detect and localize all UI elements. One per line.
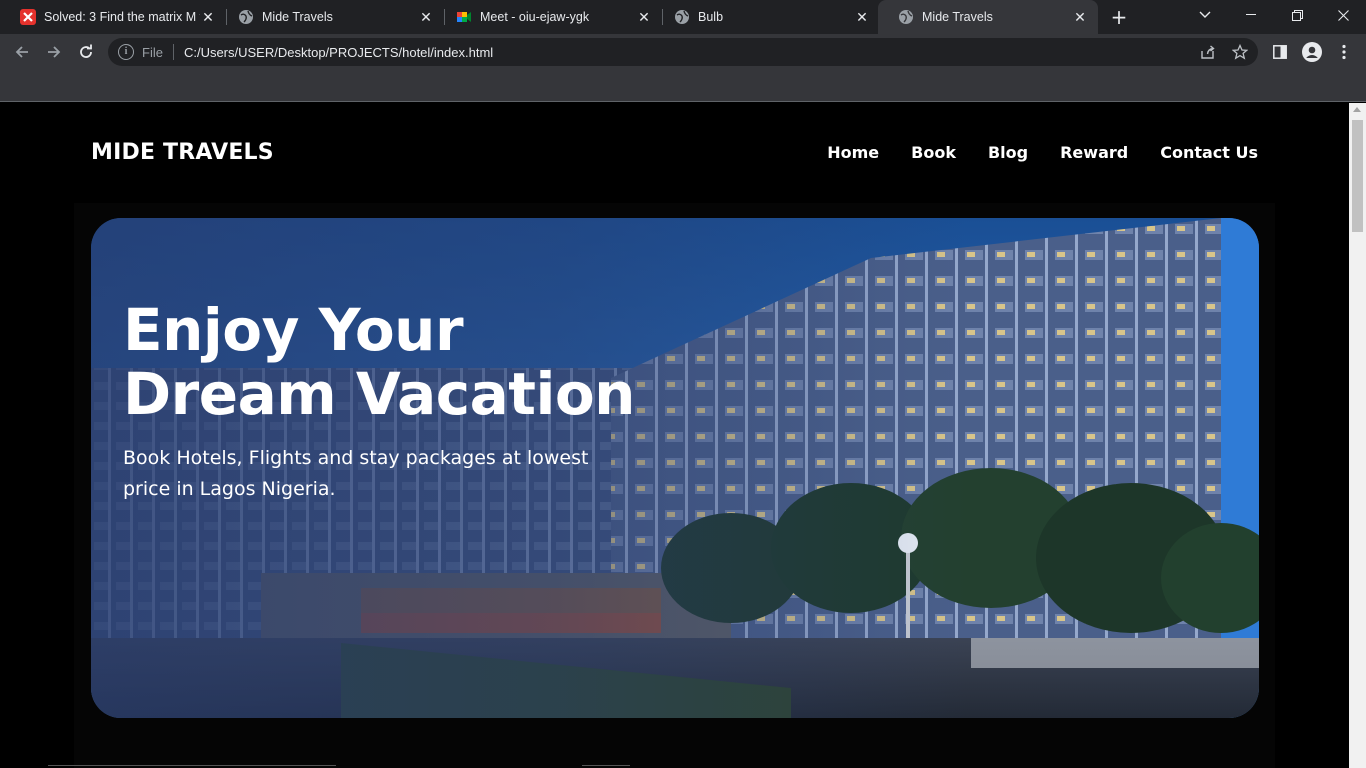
minimize-icon [1246, 14, 1256, 15]
hero-banner: Enjoy Your Dream Vacation Book Hotels, F… [91, 218, 1259, 718]
divider [172, 44, 174, 60]
divider [48, 765, 336, 766]
side-panel-button[interactable] [1268, 40, 1292, 64]
info-icon[interactable]: i [118, 44, 134, 60]
nav-reward[interactable]: Reward [1060, 143, 1128, 162]
tab-meet[interactable]: Meet - oiu-ejaw-ygk ✕ [436, 0, 662, 34]
tab-title: Bulb [698, 10, 724, 24]
globe-icon [898, 9, 914, 25]
url-text[interactable]: C:/Users/USER/Desktop/PROJECTS/hotel/ind… [184, 45, 493, 60]
menu-button[interactable] [1332, 40, 1356, 64]
hero-title: Enjoy Your Dream Vacation [123, 298, 635, 426]
hero-subtitle: Book Hotels, Flights and stay packages a… [123, 447, 589, 500]
scroll-up-icon[interactable] [1353, 107, 1361, 112]
tab-mide-travels[interactable]: Mide Travels ✕ [218, 0, 444, 34]
nav-home[interactable]: Home [827, 143, 879, 162]
nav-book[interactable]: Book [911, 143, 956, 162]
tab-bulb[interactable]: Bulb ✕ [654, 0, 880, 34]
bookmark-button[interactable] [1228, 40, 1252, 64]
chegg-icon [20, 9, 36, 25]
tab-strip: Solved: 3 Find the matrix M t ✕ Mide Tra… [0, 0, 1366, 34]
reload-icon [80, 44, 92, 58]
new-tab-button[interactable]: + [1108, 6, 1130, 28]
tab-mide-travels-active[interactable]: Mide Travels ✕ [878, 0, 1098, 34]
avatar-icon [1302, 42, 1322, 62]
forward-button[interactable] [40, 38, 68, 66]
tab-search-button[interactable] [1182, 0, 1228, 30]
arrow-right-icon [48, 46, 61, 58]
restore-icon [1291, 9, 1303, 21]
globe-icon [674, 9, 690, 25]
tab-title: Solved: 3 Find the matrix M t [44, 10, 200, 24]
tab-title: Mide Travels [922, 10, 993, 24]
profile-button[interactable] [1300, 40, 1324, 64]
nav-contact-us[interactable]: Contact Us [1160, 143, 1258, 162]
close-icon [1337, 9, 1349, 21]
kebab-menu-icon [1342, 44, 1346, 60]
page-scrollbar[interactable] [1349, 103, 1366, 768]
bookmarks-bar [0, 70, 1366, 102]
close-icon[interactable]: ✕ [636, 9, 652, 25]
close-icon[interactable]: ✕ [1072, 9, 1088, 25]
address-bar[interactable]: i File C:/Users/USER/Desktop/PROJECTS/ho… [108, 38, 1258, 66]
back-button[interactable] [8, 38, 36, 66]
reload-button[interactable] [72, 38, 100, 66]
main-nav: Home Book Blog Reward Contact Us [827, 143, 1258, 162]
share-button[interactable] [1196, 40, 1220, 64]
globe-icon [238, 9, 254, 25]
web-page: MIDE TRAVELS Home Book Blog Reward Conta… [0, 103, 1349, 768]
url-scheme: File [142, 44, 163, 60]
tab-title: Meet - oiu-ejaw-ygk [480, 10, 590, 24]
meet-icon [456, 9, 472, 25]
close-icon[interactable]: ✕ [418, 9, 434, 25]
chevron-down-icon [1199, 11, 1211, 18]
divider [582, 765, 630, 766]
side-panel-icon [1273, 45, 1287, 59]
close-window-button[interactable] [1320, 0, 1366, 30]
hero-title-line1: Enjoy Your [123, 296, 464, 364]
browser-toolbar: i File C:/Users/USER/Desktop/PROJECTS/ho… [0, 34, 1366, 70]
tab-title: Mide Travels [262, 10, 333, 24]
arrow-left-icon [15, 46, 28, 58]
restore-button[interactable] [1274, 0, 1320, 30]
scrollbar-thumb[interactable] [1352, 120, 1363, 232]
star-icon [1232, 44, 1248, 60]
site-logo[interactable]: MIDE TRAVELS [91, 140, 274, 165]
close-icon[interactable]: ✕ [854, 9, 870, 25]
nav-blog[interactable]: Blog [988, 143, 1028, 162]
tab-chegg[interactable]: Solved: 3 Find the matrix M t ✕ [0, 0, 226, 34]
close-icon[interactable]: ✕ [200, 9, 216, 25]
minimize-button[interactable] [1228, 0, 1274, 30]
hero-title-line2: Dream Vacation [123, 360, 635, 428]
share-icon [1201, 45, 1215, 59]
